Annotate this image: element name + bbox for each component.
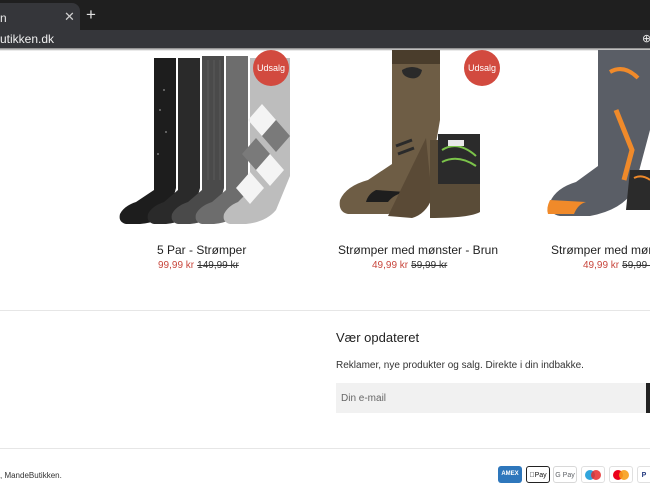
new-tab-icon[interactable]: + — [86, 5, 96, 25]
google-pay-icon: G Pay — [553, 466, 577, 483]
mastercard-icon — [609, 466, 633, 483]
browser-tab-strip: n ✕ + — [0, 0, 650, 30]
product-image-grey-orange-socks[interactable] — [540, 50, 650, 225]
newsletter-heading: Vær opdateret — [336, 330, 420, 345]
url-text[interactable]: utikken.dk — [0, 32, 54, 46]
sale-badge: Udsalg — [253, 50, 289, 86]
product-price: 49,99 kr59,99 kr — [583, 260, 650, 271]
paypal-icon: P — [637, 466, 650, 483]
product-price: 99,99 kr 149,99 kr — [158, 260, 239, 271]
close-icon[interactable]: ✕ — [64, 9, 75, 25]
sale-badge: Udsalg — [464, 50, 500, 86]
sale-price: 49,99 kr — [583, 260, 620, 271]
product-title[interactable]: 5 Par - Strømper — [157, 243, 246, 257]
footer-divider — [0, 448, 650, 449]
product-title[interactable]: Strømper med mønster - Brun — [338, 243, 498, 257]
subscribe-button[interactable] — [646, 383, 650, 413]
sale-price: 99,99 kr — [158, 260, 195, 271]
tab-title: n — [0, 11, 7, 25]
apple-pay-label: Pay — [531, 472, 547, 479]
browser-tab[interactable]: n ✕ — [0, 3, 80, 30]
original-price: 59,99 kr — [411, 260, 448, 271]
extension-icon[interactable]: ⊕ — [642, 32, 650, 45]
section-divider — [0, 310, 650, 311]
maestro-icon — [581, 466, 605, 483]
product-title[interactable]: Strømper med mønst — [551, 243, 650, 257]
product-price: 49,99 kr59,99 kr — [372, 260, 447, 271]
copyright-text: , MandeButikken. — [0, 471, 62, 480]
amex-icon: AMEX — [498, 466, 522, 483]
original-price: 149,99 kr — [197, 260, 239, 271]
newsletter-description: Reklamer, nye produkter og salg. Direkte… — [336, 360, 584, 371]
email-field[interactable] — [336, 383, 650, 413]
address-bar[interactable]: utikken.dk ⊕ — [0, 30, 650, 48]
original-price: 59,99 kr — [622, 260, 650, 271]
apple-pay-icon: Pay — [526, 466, 550, 483]
sale-price: 49,99 kr — [372, 260, 409, 271]
